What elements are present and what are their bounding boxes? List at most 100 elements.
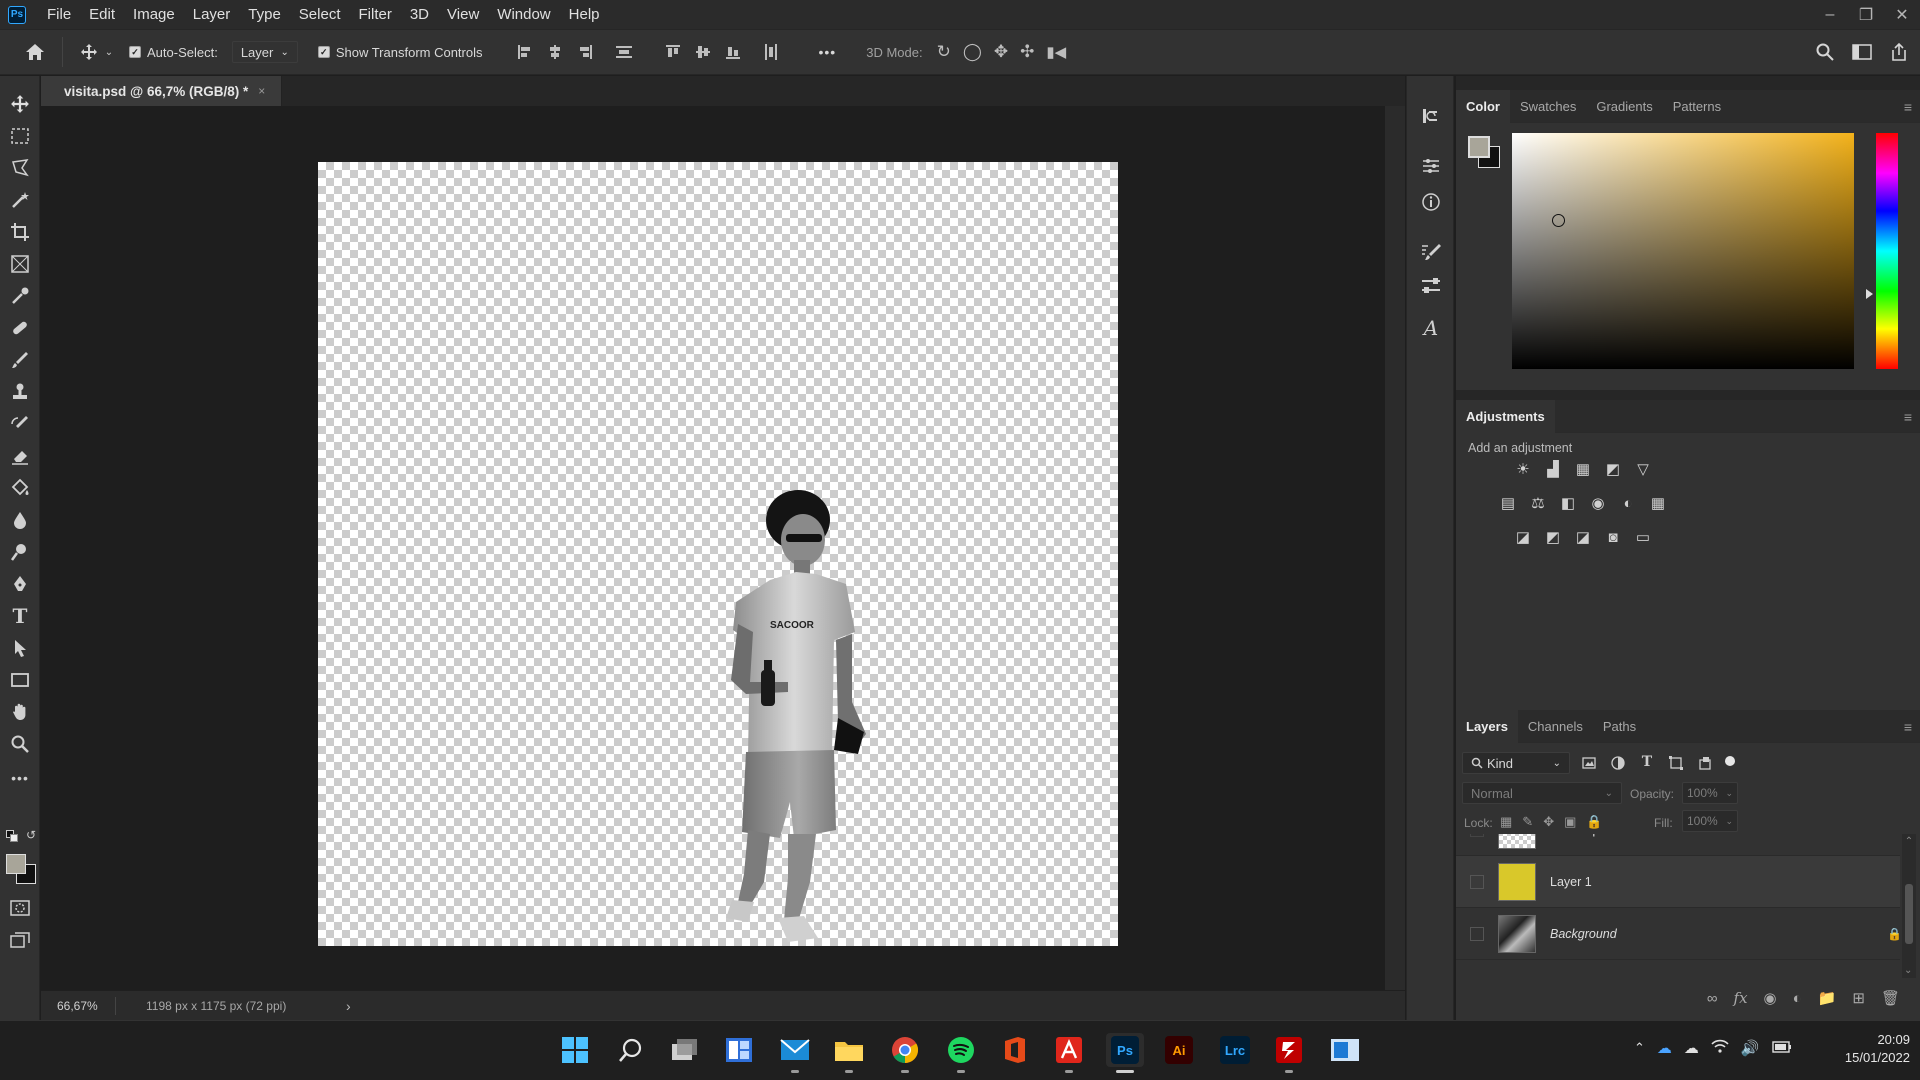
spotify-icon[interactable] (944, 1033, 978, 1073)
file-explorer-icon[interactable] (832, 1033, 866, 1073)
auto-select-dropdown[interactable]: Layer ⌄ (231, 41, 298, 63)
invert-icon[interactable]: ◪ (1512, 526, 1534, 548)
menu-help[interactable]: Help (560, 0, 609, 29)
filter-pixel-icon[interactable] (1580, 754, 1598, 772)
trash-icon[interactable]: 🗑 (1881, 989, 1900, 1007)
threshold-icon[interactable]: ◪ (1572, 526, 1594, 548)
layer-name[interactable]: Layer 1 (1550, 875, 1592, 889)
menu-layer[interactable]: Layer (184, 0, 240, 29)
new-layer-icon[interactable]: ⊞ (1852, 989, 1865, 1007)
tab-color[interactable]: Color (1456, 89, 1510, 123)
new-adjustment-layer-icon[interactable]: ◐ (1793, 990, 1802, 1007)
lock-position-icon[interactable]: ✥ (1543, 814, 1554, 830)
levels-icon[interactable]: ▟ (1542, 458, 1564, 480)
menu-window[interactable]: Window (488, 0, 559, 29)
align-middle-v-icon[interactable] (695, 44, 711, 60)
tab-layers[interactable]: Layers (1456, 709, 1518, 743)
fx-icon[interactable]: fx (1734, 989, 1748, 1007)
share-icon[interactable] (1890, 42, 1908, 62)
filezilla-icon[interactable] (1272, 1033, 1306, 1073)
rectangle-tool-icon[interactable] (8, 668, 32, 692)
filter-toggle-icon[interactable] (1725, 756, 1735, 766)
opacity-field[interactable]: 100% ⌄ (1682, 782, 1738, 804)
tab-gradients[interactable]: Gradients (1586, 90, 1662, 123)
link-layers-icon[interactable]: ∞ (1707, 990, 1718, 1007)
foreground-color-swatch[interactable] (6, 854, 26, 874)
panel-menu-icon[interactable]: ≡ (1904, 409, 1912, 425)
channel-mixer-icon[interactable]: ◐ (1617, 492, 1639, 514)
eraser-tool-icon[interactable] (8, 444, 32, 468)
history-panel-icon[interactable] (1419, 104, 1443, 128)
lock-pixels-icon[interactable]: ✎ (1522, 814, 1533, 830)
hand-tool-icon[interactable] (8, 700, 32, 724)
filter-type-icon[interactable]: T (1638, 754, 1656, 772)
office-icon[interactable] (998, 1033, 1032, 1067)
screen-mode-icon[interactable] (8, 928, 32, 952)
panel-menu-icon[interactable]: ≡ (1904, 719, 1912, 735)
layers-scrollbar[interactable]: ⌃ ⌄ (1902, 834, 1916, 978)
tab-swatches[interactable]: Swatches (1510, 90, 1586, 123)
black-white-icon[interactable]: ◧ (1557, 492, 1579, 514)
mail-icon[interactable] (778, 1033, 812, 1073)
blur-tool-icon[interactable] (8, 508, 32, 532)
vertical-scrollbar[interactable] (1385, 106, 1405, 990)
chrome-icon[interactable] (888, 1033, 922, 1073)
filter-shape-icon[interactable] (1667, 754, 1685, 772)
lock-artboard-icon[interactable]: ▣ (1564, 814, 1576, 830)
posterize-icon[interactable]: ◩ (1542, 526, 1564, 548)
minimize-button[interactable]: – (1812, 0, 1848, 29)
layer-filter-kind-dropdown[interactable]: Kind ⌄ (1462, 752, 1570, 774)
healing-brush-tool-icon[interactable] (8, 316, 32, 340)
exposure-icon[interactable]: ◩ (1602, 458, 1624, 480)
volume-icon[interactable]: 🔊 (1741, 1039, 1760, 1057)
video-camera-icon[interactable]: ▮◀ (1046, 42, 1066, 62)
battery-icon[interactable] (1771, 1040, 1792, 1057)
panel-menu-icon[interactable]: ≡ (1904, 99, 1912, 115)
onedrive-icon[interactable]: ☁ (1657, 1039, 1672, 1057)
menu-filter[interactable]: Filter (350, 0, 401, 29)
paint-bucket-tool-icon[interactable] (8, 476, 32, 500)
photo-filter-icon[interactable]: ◉ (1587, 492, 1609, 514)
lasso-tool-icon[interactable] (8, 156, 32, 180)
move-tool-icon[interactable] (8, 92, 32, 116)
tab-adjustments[interactable]: Adjustments (1456, 399, 1555, 433)
foreground-color-swatch[interactable] (1468, 136, 1490, 158)
hue-slider[interactable] (1876, 133, 1898, 369)
close-window-button[interactable]: ✕ (1884, 0, 1920, 29)
tab-channels[interactable]: Channels (1518, 710, 1593, 743)
hue-slider-marker[interactable] (1866, 289, 1873, 299)
add-mask-icon[interactable]: ◉ (1764, 989, 1777, 1007)
menu-3d[interactable]: 3D (401, 0, 438, 29)
layer-row-mannequin[interactable]: mannequin (1456, 834, 1900, 856)
menu-select[interactable]: Select (290, 0, 350, 29)
restore-button[interactable]: ❐ (1848, 0, 1884, 29)
vibrance-icon[interactable]: ▽ (1632, 458, 1654, 480)
path-selection-tool-icon[interactable] (8, 636, 32, 660)
filter-smart-object-icon[interactable] (1696, 754, 1714, 772)
marquee-tool-icon[interactable] (8, 124, 32, 148)
gradient-map-icon[interactable]: ▭ (1632, 526, 1654, 548)
show-transform-checkbox[interactable]: ✓ Show Transform Controls (317, 45, 483, 60)
menu-edit[interactable]: Edit (80, 0, 124, 29)
align-center-h-icon[interactable] (547, 44, 563, 60)
align-right-icon[interactable] (577, 44, 593, 60)
brightness-contrast-icon[interactable]: ☀ (1512, 458, 1534, 480)
acrobat-icon[interactable] (1052, 1033, 1086, 1073)
distribute-icon[interactable] (615, 44, 633, 60)
lock-all-icon[interactable]: 🔒 (1586, 814, 1602, 830)
eyedropper-tool-icon[interactable] (8, 284, 32, 308)
curves-icon[interactable]: ▦ (1572, 458, 1594, 480)
layer-visibility-toggle[interactable] (1470, 834, 1484, 837)
brushes-panel-icon[interactable] (1419, 274, 1443, 298)
color-lookup-icon[interactable]: ▦ (1647, 492, 1669, 514)
color-field[interactable] (1512, 133, 1854, 369)
close-tab-icon[interactable]: × (258, 84, 265, 98)
quick-mask-icon[interactable] (8, 896, 32, 920)
layer-row-layer-1[interactable]: Layer 1 (1456, 856, 1900, 908)
color-picker-cursor[interactable] (1552, 214, 1565, 227)
workspace-icon[interactable] (1852, 44, 1872, 60)
layer-name[interactable]: mannequin (1550, 834, 1612, 837)
layer-list[interactable]: mannequin Layer 1 Background 🔒 (1456, 834, 1900, 978)
roll-3d-icon[interactable]: ◯ (963, 42, 982, 62)
selective-color-icon[interactable]: ◙ (1602, 526, 1624, 548)
